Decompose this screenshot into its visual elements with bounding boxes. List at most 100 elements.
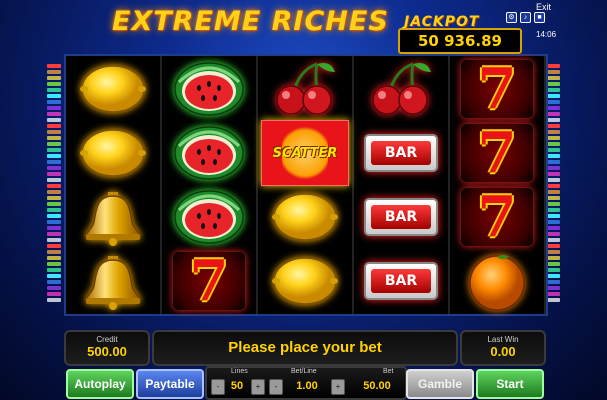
line-indicator — [546, 82, 560, 86]
symbol-bar: BAR — [354, 249, 448, 313]
paytable-button[interactable]: Paytable — [136, 369, 204, 399]
line-indicator — [47, 166, 61, 170]
seven-glyph: 7 — [477, 184, 517, 250]
line-indicator — [546, 292, 560, 296]
bet-line-plus-button[interactable]: + — [331, 379, 345, 395]
symbol-bar: BAR — [354, 185, 448, 249]
line-indicator — [546, 226, 560, 230]
start-button[interactable]: Start — [476, 369, 544, 399]
left-line-indicators — [47, 64, 61, 309]
bet-line-minus-button[interactable]: - — [269, 379, 283, 395]
line-indicator — [47, 220, 61, 224]
line-indicator — [546, 190, 560, 194]
bet-value: 50.00 — [363, 380, 391, 392]
line-indicator — [47, 286, 61, 290]
line-indicator — [546, 220, 560, 224]
lines-label: Lines — [231, 368, 248, 375]
line-indicator — [546, 118, 560, 122]
line-indicator — [546, 286, 560, 290]
bet-controls: Lines - 50 + Bet/Line - 1.00 + Bet 50.00 — [205, 366, 407, 400]
symbol-bell — [66, 249, 160, 313]
seven-glyph: 7 — [477, 120, 517, 186]
lines-minus-button[interactable]: - — [211, 379, 225, 395]
lines-value: 50 — [230, 380, 244, 392]
credit-label: Credit — [96, 335, 118, 344]
line-indicator — [47, 244, 61, 248]
line-indicator — [47, 124, 61, 128]
line-indicator — [546, 88, 560, 92]
symbol-seven: 7 — [450, 57, 544, 121]
autoplay-button[interactable]: Autoplay — [66, 369, 134, 399]
credit-value: 500.00 — [87, 344, 127, 359]
line-indicator — [546, 196, 560, 200]
line-indicator — [546, 280, 560, 284]
line-indicator — [546, 172, 560, 176]
system-icons: ⚙ ♪ ■ — [506, 12, 545, 23]
line-indicator — [546, 268, 560, 272]
symbol-seven: 7 — [450, 121, 544, 185]
seven-glyph: 7 — [189, 248, 229, 314]
reel-5: 777 — [450, 56, 546, 314]
line-indicator — [47, 226, 61, 230]
jackpot-value: 50 936.89 — [398, 28, 522, 54]
settings-icon[interactable]: ⚙ — [506, 12, 517, 23]
gamble-button[interactable]: Gamble — [406, 369, 474, 399]
line-indicator — [47, 172, 61, 176]
reel-4: BAR BAR BAR — [354, 56, 450, 314]
symbol-lemon — [66, 57, 160, 121]
fullscreen-icon[interactable]: ■ — [534, 12, 545, 23]
bet-line-label: Bet/Line — [291, 368, 317, 375]
line-indicator — [47, 70, 61, 74]
bet-message: Please place your bet — [228, 339, 382, 356]
line-indicator — [47, 262, 61, 266]
last-win-panel: Last Win 0.00 — [460, 330, 546, 366]
clock: 14:06 — [536, 30, 557, 39]
line-indicator — [546, 244, 560, 248]
line-indicator — [546, 130, 560, 134]
sound-icon[interactable]: ♪ — [520, 12, 531, 23]
line-indicator — [546, 160, 560, 164]
line-indicator — [47, 178, 61, 182]
line-indicator — [546, 208, 560, 212]
line-indicator — [546, 100, 560, 104]
reel-3: SCATTER — [258, 56, 354, 314]
line-indicator — [546, 124, 560, 128]
symbol-watermelon — [162, 121, 256, 185]
line-indicator — [546, 94, 560, 98]
line-indicator — [546, 136, 560, 140]
line-indicator — [47, 106, 61, 110]
line-indicator — [546, 148, 560, 152]
line-indicator — [546, 106, 560, 110]
line-indicator — [47, 112, 61, 116]
reel-grid: 7 SCATTER BAR BAR BAR 7 7 7 — [64, 54, 548, 316]
line-indicator — [47, 82, 61, 86]
bar-text: BAR — [384, 273, 418, 289]
line-indicator — [47, 208, 61, 212]
line-indicator — [47, 130, 61, 134]
bet-line-value: 1.00 — [296, 380, 318, 392]
line-indicator — [47, 292, 61, 296]
line-indicator — [546, 274, 560, 278]
line-indicator — [546, 250, 560, 254]
line-indicator — [546, 238, 560, 242]
symbol-orange — [450, 249, 544, 313]
line-indicator — [47, 142, 61, 146]
symbol-watermelon — [162, 57, 256, 121]
last-win-label: Last Win — [487, 335, 519, 344]
exit-button[interactable]: Exit — [536, 2, 551, 12]
line-indicator — [47, 250, 61, 254]
lines-plus-button[interactable]: + — [251, 379, 265, 395]
line-indicator — [47, 274, 61, 278]
line-indicator — [47, 202, 61, 206]
line-indicator — [546, 232, 560, 236]
symbol-lemon — [258, 249, 352, 313]
line-indicator — [546, 202, 560, 206]
line-indicator — [546, 166, 560, 170]
line-indicator — [47, 118, 61, 122]
message-panel: Please place your bet — [152, 330, 458, 366]
line-indicator — [47, 154, 61, 158]
line-indicator — [47, 184, 61, 188]
line-indicator — [546, 64, 560, 68]
line-indicator — [47, 76, 61, 80]
line-indicator — [546, 298, 560, 302]
